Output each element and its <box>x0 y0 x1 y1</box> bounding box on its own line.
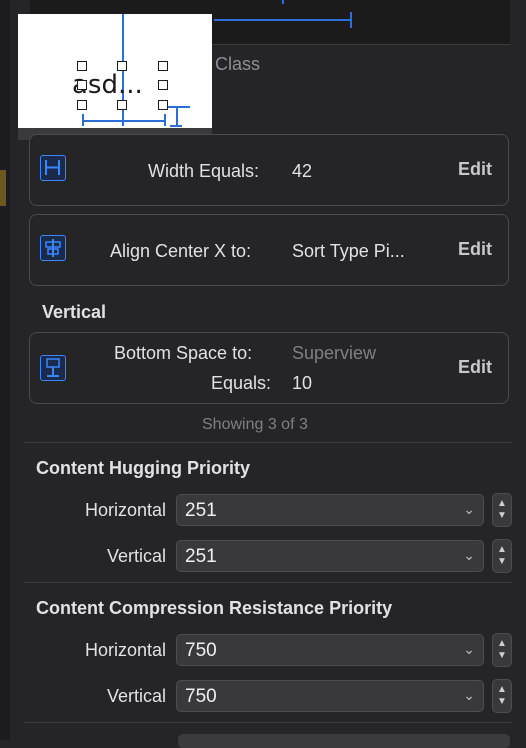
chevron-down-icon: ⌄ <box>463 547 475 563</box>
compression-horizontal-value: 750 <box>185 640 217 661</box>
compression-horizontal-stepper[interactable]: ▲ ▼ <box>492 633 512 667</box>
stepper-down-icon[interactable]: ▼ <box>497 557 507 567</box>
hugging-horizontal-stepper[interactable]: ▲ ▼ <box>492 493 512 527</box>
hugging-horizontal-select[interactable]: 251 ⌄ <box>176 494 484 526</box>
center-x-constraint-value: Sort Type Pi... <box>292 241 405 261</box>
resize-handle-tl[interactable] <box>77 61 87 71</box>
hugging-horizontal-label: Horizontal <box>84 500 166 520</box>
preview-width-cap-left <box>82 114 84 126</box>
preview-bottom-space-cap <box>170 125 182 127</box>
stepper-down-icon[interactable]: ▼ <box>497 697 507 707</box>
resize-handle-br[interactable] <box>158 100 168 110</box>
compression-vertical-stepper[interactable]: ▲ ▼ <box>492 679 512 713</box>
constraint-card-bottom-space[interactable]: Bottom Space to: Superview Equals: 10 Ed… <box>29 332 509 404</box>
resize-handle-mr[interactable] <box>158 80 168 90</box>
bottom-space-icon <box>40 355 66 381</box>
hugging-vertical-stepper[interactable]: ▲ ▼ <box>492 539 512 573</box>
compression-vertical-value: 750 <box>185 686 217 707</box>
edit-bottom-space-button[interactable]: Edit <box>458 357 492 378</box>
chevron-down-icon: ⌄ <box>463 641 475 657</box>
hugging-vertical-select[interactable]: 251 ⌄ <box>176 540 484 572</box>
stepper-up-icon[interactable]: ▲ <box>497 639 507 649</box>
hugging-priority-title: Content Hugging Priority <box>36 458 250 478</box>
bottom-space-label: Bottom Space to: <box>114 343 253 363</box>
resize-handle-bc[interactable] <box>117 100 127 110</box>
resize-handle-ml[interactable] <box>77 80 87 90</box>
compression-priority-title: Content Compression Resistance Priority <box>36 598 393 618</box>
stepper-up-icon[interactable]: ▲ <box>497 545 507 555</box>
hugging-vertical-value: 251 <box>185 546 217 567</box>
stepper-down-icon[interactable]: ▼ <box>497 651 507 661</box>
left-accent-marker <box>0 170 6 206</box>
stepper-up-icon[interactable]: ▲ <box>497 499 507 509</box>
compression-horizontal-label: Horizontal <box>84 640 166 660</box>
stepper-down-icon[interactable]: ▼ <box>497 511 507 521</box>
compression-vertical-select[interactable]: 750 ⌄ <box>176 680 484 712</box>
hugging-horizontal-value: 251 <box>185 500 217 521</box>
compression-vertical-label: Vertical <box>106 686 166 706</box>
width-constraint-value: 42 <box>292 161 313 181</box>
width-constraint-label: Width Equals: <box>148 161 260 181</box>
vertical-section-title: Vertical <box>42 302 107 322</box>
resize-handle-tc[interactable] <box>117 61 127 71</box>
chevron-down-icon: ⌄ <box>463 687 475 703</box>
preview-width-guide <box>82 120 164 122</box>
constraint-card-center-x[interactable]: Align Center X to: Sort Type Pi... Edit <box>29 214 509 286</box>
hugging-vertical-label: Vertical <box>106 546 166 566</box>
compression-horizontal-select[interactable]: 750 ⌄ <box>176 634 484 666</box>
chevron-down-icon: ⌄ <box>463 501 475 517</box>
preview-width-cap-right <box>164 114 166 126</box>
edit-center-x-button[interactable]: Edit <box>458 239 492 260</box>
section-divider <box>24 582 512 583</box>
guide-tick <box>282 0 284 4</box>
width-constraint-icon <box>40 155 66 181</box>
guide-cap <box>350 12 352 28</box>
preview-bottom-guide <box>168 106 190 108</box>
guide-line <box>214 19 350 21</box>
bottom-space-equals-label: Equals: <box>211 373 272 393</box>
stepper-up-icon[interactable]: ▲ <box>497 685 507 695</box>
edit-width-button[interactable]: Edit <box>458 159 492 180</box>
constraints-count: Showing 3 of 3 <box>202 416 308 433</box>
resize-handle-tr[interactable] <box>158 61 168 71</box>
bottom-partial-field[interactable] <box>178 734 510 748</box>
resize-handle-bl[interactable] <box>77 100 87 110</box>
preview-bottom-space-guide <box>176 106 178 126</box>
section-divider <box>24 442 512 443</box>
left-gutter <box>0 0 10 740</box>
align-center-x-icon <box>40 235 66 261</box>
bottom-space-target: Superview <box>292 343 377 363</box>
constraint-card-width[interactable]: Width Equals: 42 Edit <box>29 134 509 206</box>
section-divider <box>24 722 512 723</box>
bottom-space-equals-value: 10 <box>292 373 313 393</box>
center-x-constraint-label: Align Center X to: <box>110 241 252 261</box>
